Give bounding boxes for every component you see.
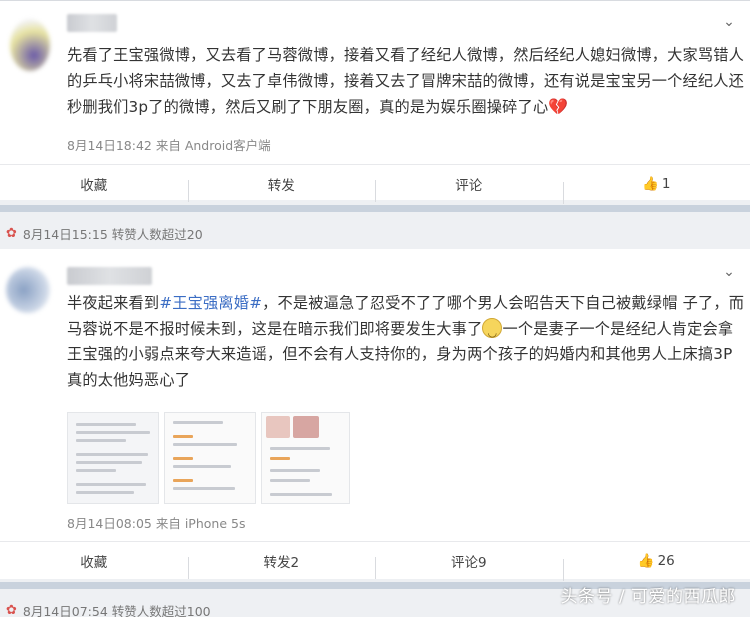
action-bar: 收藏 转发2 评论9 👍 26 [0, 541, 750, 581]
post-prefix: 半夜起来看到 [67, 294, 160, 312]
avatar[interactable] [6, 267, 50, 313]
thumbs-up-icon: 👍 [637, 552, 655, 569]
comment-button[interactable]: 评论9 [375, 551, 563, 579]
repost-info: ✿ 8月14日07:54 转赞人数超过100 [0, 597, 211, 617]
repost-marker-icon: ✿ [6, 602, 17, 617]
topic-link[interactable]: #王宝强离婚# [159, 294, 262, 312]
repost-button[interactable]: 转发 [187, 174, 376, 202]
post-text: 半夜起来看到#王宝强离婚#，不是被逼急了忍受不了了哪个男人会昭告天下自己被戴绿帽… [67, 291, 745, 393]
collect-button[interactable]: 收藏 [0, 174, 188, 194]
post-meta: 8月14日08:05 来自 iPhone 5s [67, 516, 246, 531]
repost-info: ✿ 8月14日15:15 转赞人数超过20 [0, 220, 203, 246]
repost-marker-icon: ✿ [6, 225, 17, 241]
like-button[interactable]: 👍 26 [562, 552, 750, 581]
repost-info-text: 8月14日07:54 转赞人数超过100 [22, 603, 211, 617]
broken-heart-icon: 💔 [548, 97, 569, 116]
repost-info-text: 8月14日15:15 转赞人数超过20 [22, 226, 203, 242]
username[interactable] [67, 267, 152, 285]
post-body: 先看了王宝强微博，又去看了马蓉微博，接着又看了经纪人微博，然后经纪人媳妇微博，大… [67, 46, 745, 116]
username[interactable] [67, 14, 117, 32]
image-thumbnail-1[interactable] [67, 412, 159, 504]
separator [0, 205, 750, 212]
action-bar: 收藏 转发 评论 👍 1 [0, 164, 750, 204]
smile-emoji-icon [482, 317, 503, 345]
like-count: 26 [657, 552, 675, 569]
comment-button[interactable]: 评论 [375, 174, 563, 202]
chevron-down-icon[interactable]: ⌄ [720, 263, 738, 281]
avatar[interactable] [10, 19, 50, 71]
repost-button[interactable]: 转发2 [187, 551, 376, 579]
chevron-down-icon[interactable]: ⌄ [720, 13, 738, 31]
collect-button[interactable]: 收藏 [0, 551, 188, 571]
post-text: 先看了王宝强微博，又去看了马蓉微博，接着又看了经纪人微博，然后经纪人媳妇微博，大… [67, 43, 745, 121]
image-thumbnail-3[interactable] [261, 412, 350, 504]
image-thumbnail-2[interactable] [164, 412, 256, 504]
thumbs-up-icon: 👍 [642, 175, 659, 192]
watermark: 头条号 / 可爱的西瓜郎 [560, 587, 736, 607]
post-card-1: ⌄ 先看了王宝强微博，又去看了马蓉微博，接着又看了经纪人微博，然后经纪人媳妇微博… [0, 0, 750, 204]
post-meta: 8月14日18:42 来自 Android客户端 [67, 138, 271, 153]
like-button[interactable]: 👍 1 [562, 175, 750, 204]
like-count: 1 [661, 175, 671, 192]
